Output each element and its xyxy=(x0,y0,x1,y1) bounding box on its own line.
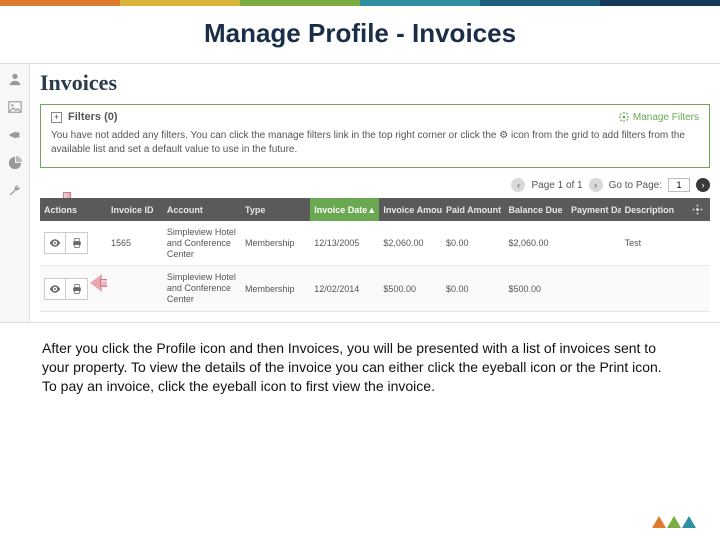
cell-account: Simpleview Hotel and Conference Center xyxy=(163,221,241,266)
explanatory-paragraph: After you click the Profile icon and the… xyxy=(0,323,720,396)
user-icon[interactable] xyxy=(8,72,22,86)
col-payment-date[interactable]: Payment Date xyxy=(567,198,621,221)
cell-account: Simpleview Hotel and Conference Center xyxy=(163,266,241,311)
table-row: Simpleview Hotel and Conference CenterMe… xyxy=(40,266,710,311)
page-info: Page 1 of 1 xyxy=(531,180,582,191)
cell-empty xyxy=(688,266,710,311)
manage-filters-link[interactable]: Manage Filters xyxy=(619,112,699,123)
view-invoice-button[interactable] xyxy=(44,232,66,254)
col-description[interactable]: Description xyxy=(621,198,688,221)
print-icon xyxy=(71,237,83,249)
print-invoice-button[interactable] xyxy=(66,278,88,300)
gear-icon xyxy=(692,204,703,215)
cell-payment-date xyxy=(567,266,621,311)
cell-invoice-id xyxy=(107,266,163,311)
grid-header-row: Actions Invoice ID Account Type Invoice … xyxy=(40,198,710,221)
cell-invoice-id: 1565 xyxy=(107,221,163,266)
col-paid-amount[interactable]: Paid Amount xyxy=(442,198,505,221)
print-invoice-button[interactable] xyxy=(66,232,88,254)
app-frame: Invoices + Filters (0) Manage Filters Yo… xyxy=(0,63,720,323)
cell-invoice-amount: $500.00 xyxy=(379,266,442,311)
col-account[interactable]: Account xyxy=(163,198,241,221)
col-invoice-amount[interactable]: Invoice Amount xyxy=(379,198,442,221)
col-actions[interactable]: Actions xyxy=(40,198,107,221)
col-invoice-id[interactable]: Invoice ID xyxy=(107,198,163,221)
prev-page-button[interactable]: ‹ xyxy=(511,178,525,192)
paginator: ‹ Page 1 of 1 › Go to Page: › xyxy=(40,178,710,192)
next-page-button[interactable]: › xyxy=(589,178,603,192)
cell-balance-due: $500.00 xyxy=(504,266,567,311)
wrench-icon[interactable] xyxy=(8,184,22,198)
page-title: Invoices xyxy=(40,70,710,96)
goto-page-button[interactable]: › xyxy=(696,178,710,192)
print-icon xyxy=(71,283,83,295)
goto-page-label: Go to Page: xyxy=(609,180,662,191)
eye-icon xyxy=(49,283,61,295)
table-row: 1565Simpleview Hotel and Conference Cent… xyxy=(40,221,710,266)
cell-invoice-amount: $2,060.00 xyxy=(379,221,442,266)
invoices-grid: Actions Invoice ID Account Type Invoice … xyxy=(40,198,710,312)
manage-filters-label: Manage Filters xyxy=(633,112,699,123)
cell-empty xyxy=(688,221,710,266)
cell-paid-amount: $0.00 xyxy=(442,221,505,266)
cell-type: Membership xyxy=(241,221,310,266)
col-invoice-date[interactable]: Invoice Date▲ xyxy=(310,198,379,221)
image-icon[interactable] xyxy=(8,100,22,114)
brand-logo xyxy=(652,516,696,528)
filters-label: Filters (0) xyxy=(68,111,118,123)
col-balance-due[interactable]: Balance Due xyxy=(504,198,567,221)
eye-icon xyxy=(49,237,61,249)
sort-asc-icon: ▲ xyxy=(367,205,376,215)
col-type[interactable]: Type xyxy=(241,198,310,221)
cell-invoice-date: 12/13/2005 xyxy=(310,221,379,266)
main-panel: Invoices + Filters (0) Manage Filters Yo… xyxy=(30,64,720,322)
cell-type: Membership xyxy=(241,266,310,311)
cell-invoice-date: 12/02/2014 xyxy=(310,266,379,311)
chart-pie-icon[interactable] xyxy=(8,156,22,170)
goto-page-input[interactable] xyxy=(668,178,690,192)
gear-icon xyxy=(619,112,629,122)
brand-topbar xyxy=(0,0,720,6)
cell-paid-amount: $0.00 xyxy=(442,266,505,311)
expand-filters-icon[interactable]: + xyxy=(51,112,62,123)
filters-empty-message: You have not added any filters. You can … xyxy=(51,129,699,157)
megaphone-icon[interactable] xyxy=(8,128,22,142)
left-nav-sidebar xyxy=(0,64,30,322)
cell-description xyxy=(621,266,688,311)
cell-balance-due: $2,060.00 xyxy=(504,221,567,266)
grid-settings-button[interactable] xyxy=(688,198,710,221)
slide-title: Manage Profile - Invoices xyxy=(0,6,720,63)
filters-panel: + Filters (0) Manage Filters You have no… xyxy=(40,104,710,168)
view-invoice-button[interactable] xyxy=(44,278,66,300)
cell-description: Test xyxy=(621,221,688,266)
cell-payment-date xyxy=(567,221,621,266)
